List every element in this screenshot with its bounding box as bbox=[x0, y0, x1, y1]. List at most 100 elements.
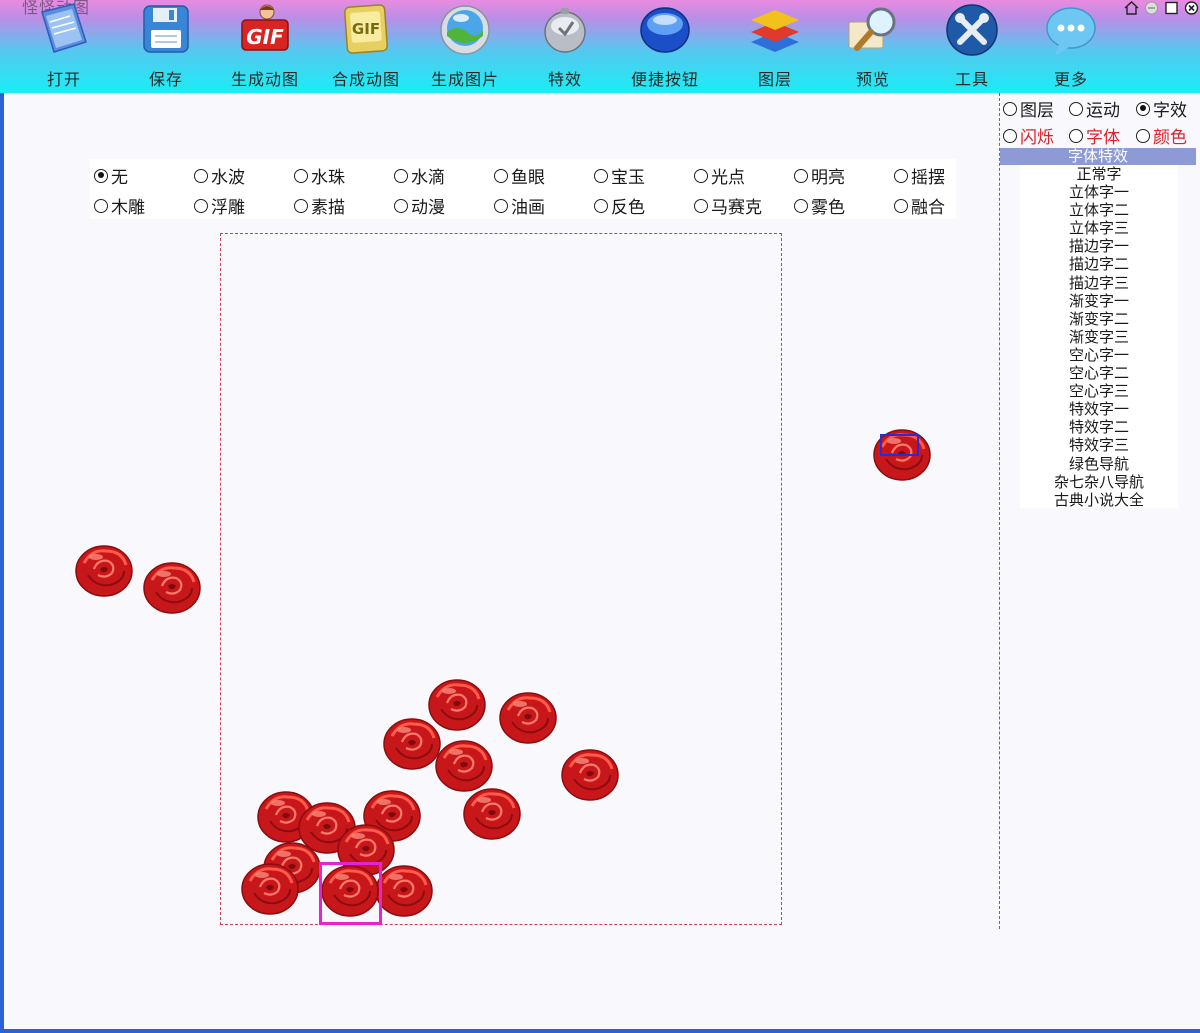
chat-bubble-icon bbox=[1046, 7, 1096, 56]
filter-blend[interactable]: 融合 bbox=[894, 193, 945, 218]
tab-color[interactable]: 颜色 bbox=[1136, 123, 1187, 148]
tab-font[interactable]: 字体 bbox=[1069, 123, 1120, 148]
more-label: 更多 bbox=[1053, 70, 1088, 89]
rose-sprite[interactable] bbox=[382, 714, 442, 770]
main-area: 无 水波 水珠 水滴 鱼眼 宝玉 光点 明亮 摇摆 木雕 浮雕 素描 动漫 油画… bbox=[4, 93, 1200, 1029]
filter-anime[interactable]: 动漫 bbox=[394, 193, 445, 218]
open-button[interactable]: 打开 bbox=[14, 0, 114, 93]
filter-mosaic[interactable]: 马赛克 bbox=[694, 193, 762, 218]
wrench-tools-icon bbox=[946, 4, 998, 56]
filter-label: 鱼眼 bbox=[511, 168, 545, 188]
filter-light-spot[interactable]: 光点 bbox=[694, 163, 745, 188]
text-selection-frame[interactable] bbox=[880, 434, 919, 456]
rose-sprite[interactable] bbox=[240, 859, 300, 915]
save-button[interactable]: 保存 bbox=[116, 0, 216, 93]
compose-gif-button[interactable]: GIF 合成动图 bbox=[316, 0, 416, 93]
rose-sprite[interactable] bbox=[462, 784, 522, 840]
close-icon[interactable] bbox=[1183, 0, 1200, 15]
filter-label: 浮雕 bbox=[211, 198, 245, 218]
filter-jade[interactable]: 宝玉 bbox=[594, 163, 645, 188]
radio-icon bbox=[194, 198, 208, 213]
selected-sprite-frame[interactable] bbox=[319, 862, 382, 925]
minimize-icon[interactable] bbox=[1143, 0, 1160, 15]
rose-sprite[interactable] bbox=[74, 541, 134, 597]
open-folder-icon bbox=[41, 3, 87, 53]
rose-sprite[interactable] bbox=[142, 558, 202, 614]
list-item[interactable]: 特效字一 bbox=[1020, 400, 1178, 418]
list-item[interactable]: 立体字三 bbox=[1020, 219, 1178, 237]
radio-icon bbox=[594, 198, 608, 213]
list-header: 字体特效 bbox=[1000, 148, 1196, 165]
list-item[interactable]: 渐变字二 bbox=[1020, 310, 1178, 328]
list-item[interactable]: 正常字 bbox=[1020, 165, 1178, 183]
maximize-icon[interactable] bbox=[1163, 0, 1180, 15]
list-item[interactable]: 渐变字三 bbox=[1020, 328, 1178, 346]
filter-label: 宝玉 bbox=[611, 168, 645, 188]
filter-sketch[interactable]: 素描 bbox=[294, 193, 345, 218]
blue-oval-button-icon bbox=[640, 7, 690, 53]
tab-text-effect[interactable]: 字效 bbox=[1136, 96, 1187, 121]
list-item[interactable]: 立体字一 bbox=[1020, 183, 1178, 201]
filter-sway[interactable]: 摇摆 bbox=[894, 163, 945, 188]
list-item[interactable]: 特效字二 bbox=[1020, 418, 1178, 436]
list-item[interactable]: 立体字二 bbox=[1020, 201, 1178, 219]
shortcut-button[interactable]: 便捷按钮 bbox=[615, 0, 715, 93]
filter-oil-painting[interactable]: 油画 bbox=[494, 193, 545, 218]
tab-layer[interactable]: 图层 bbox=[1003, 96, 1054, 121]
tab-motion[interactable]: 运动 bbox=[1069, 96, 1120, 121]
radio-icon bbox=[694, 198, 708, 213]
filter-water-bead[interactable]: 水珠 bbox=[294, 163, 345, 188]
filter-fisheye[interactable]: 鱼眼 bbox=[494, 163, 545, 188]
effects-button[interactable]: 特效 bbox=[515, 0, 615, 93]
radio-icon bbox=[294, 168, 308, 183]
tools-button[interactable]: 工具 bbox=[922, 0, 1022, 93]
font-effect-list[interactable]: 正常字 立体字一 立体字二 立体字三 描边字一 描边字二 描边字三 渐变字一 渐变字二 渐变字三空… bbox=[1020, 165, 1178, 509]
filter-row-1: 无 水波 水珠 水滴 鱼眼 宝玉 光点 明亮 摇摆 bbox=[90, 159, 956, 189]
filter-label: 水珠 bbox=[311, 168, 345, 188]
radio-icon bbox=[494, 198, 508, 213]
layers-button[interactable]: 图层 bbox=[725, 0, 825, 93]
radio-icon bbox=[594, 168, 608, 183]
filter-woodcut[interactable]: 木雕 bbox=[94, 193, 145, 218]
filter-ripple[interactable]: 水波 bbox=[194, 163, 245, 188]
list-item[interactable]: 空心字三 bbox=[1020, 382, 1178, 400]
list-item[interactable]: 杂七杂八导航 bbox=[1020, 473, 1178, 491]
list-item[interactable]: 特效字三 bbox=[1020, 436, 1178, 454]
list-item[interactable]: 古典小说大全 bbox=[1020, 491, 1178, 509]
generate-picture-button[interactable]: 生成图片 bbox=[415, 0, 515, 93]
filter-label: 木雕 bbox=[111, 198, 145, 218]
tab-label: 运动 bbox=[1086, 101, 1120, 121]
filter-emboss[interactable]: 浮雕 bbox=[194, 193, 245, 218]
preview-button[interactable]: 预览 bbox=[823, 0, 923, 93]
rose-sprite[interactable] bbox=[374, 861, 434, 917]
filter-label: 素描 bbox=[311, 198, 345, 218]
radio-icon bbox=[294, 198, 308, 213]
layers-stack-icon bbox=[751, 10, 799, 52]
tab-flash[interactable]: 闪烁 bbox=[1003, 123, 1054, 148]
gif-compose-icon: GIF bbox=[344, 4, 388, 54]
home-icon[interactable] bbox=[1123, 0, 1140, 15]
compose-gif-label: 合成动图 bbox=[331, 70, 400, 89]
filter-fog[interactable]: 雾色 bbox=[794, 193, 845, 218]
list-item[interactable]: 描边字二 bbox=[1020, 255, 1178, 273]
list-item[interactable]: 描边字三 bbox=[1020, 274, 1178, 292]
list-item[interactable]: 描边字一 bbox=[1020, 237, 1178, 255]
gif-badge-icon: GIF bbox=[241, 4, 289, 51]
radio-icon bbox=[1069, 128, 1083, 143]
filter-label: 水波 bbox=[211, 168, 245, 188]
list-item[interactable]: 空心字二 bbox=[1020, 364, 1178, 382]
radio-icon bbox=[794, 168, 808, 183]
list-item[interactable]: 空心字一 bbox=[1020, 346, 1178, 364]
filter-water-drop[interactable]: 水滴 bbox=[394, 163, 445, 188]
rose-sprite[interactable] bbox=[560, 745, 620, 801]
rose-sprite[interactable] bbox=[498, 688, 558, 744]
generate-gif-button[interactable]: GIF 生成动图 bbox=[215, 0, 315, 93]
radio-icon bbox=[794, 198, 808, 213]
more-button[interactable]: 更多 bbox=[1021, 0, 1121, 93]
filter-bright[interactable]: 明亮 bbox=[794, 163, 845, 188]
list-item[interactable]: 渐变字一 bbox=[1020, 292, 1178, 310]
filter-invert[interactable]: 反色 bbox=[594, 193, 645, 218]
list-item[interactable]: 绿色导航 bbox=[1020, 455, 1178, 473]
generate-gif-label: 生成动图 bbox=[230, 70, 299, 89]
filter-none[interactable]: 无 bbox=[94, 163, 128, 188]
